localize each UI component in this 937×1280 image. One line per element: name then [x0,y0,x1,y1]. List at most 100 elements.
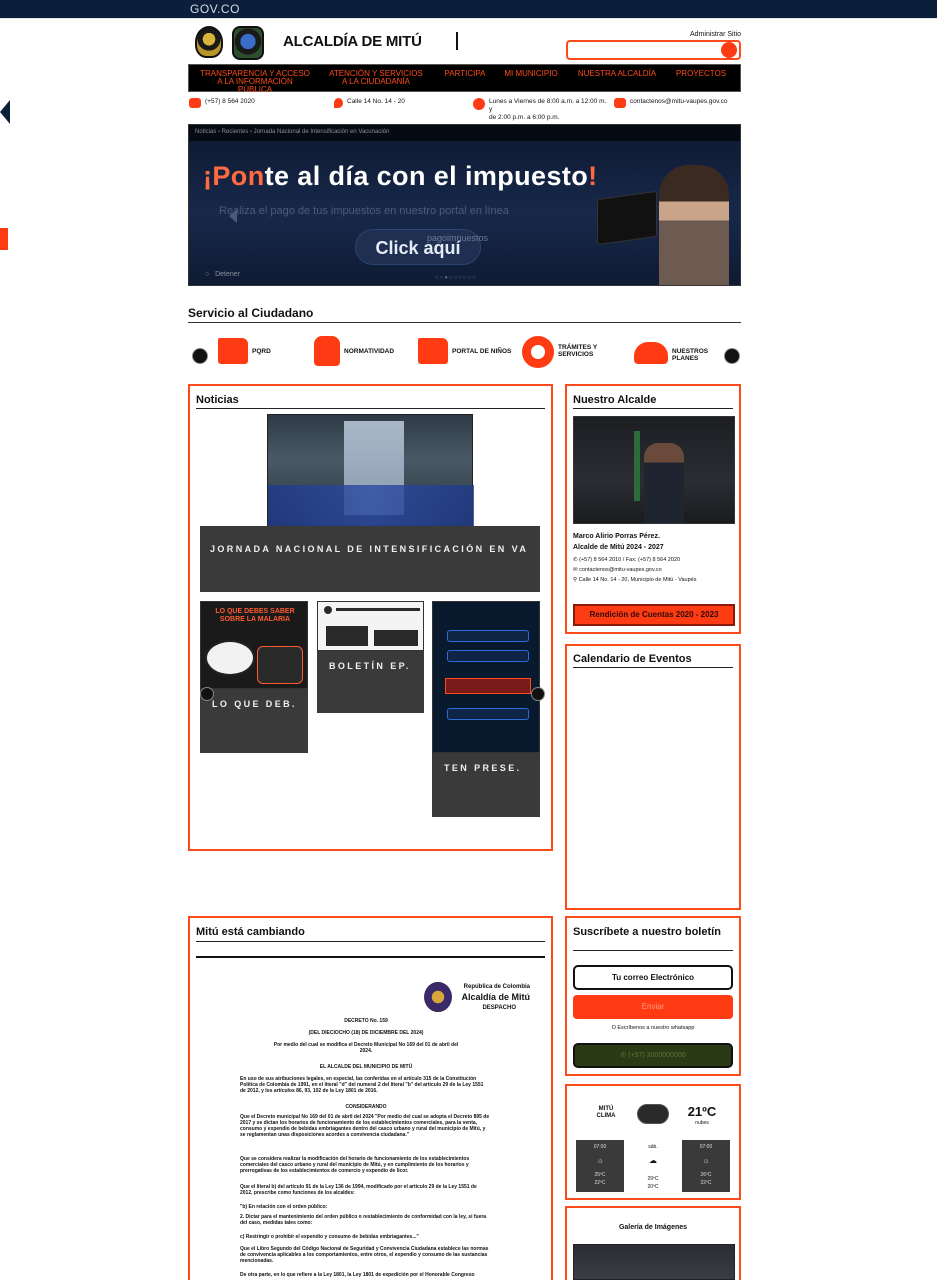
forecast-day: sáb. [648,1144,658,1150]
mayor-address-text: Calle 14 No. 14 - 20, Municipio de Mitú … [578,577,697,583]
alcalde-title: Nuestro Alcalde [573,394,657,406]
contact-phone[interactable]: (+57) 8 564 2020 [189,98,255,108]
colombia-shield-logo [195,26,223,58]
doc-paragraph: Que se considera realizar la modificació… [240,1156,470,1174]
accessibility-tab-icon[interactable] [0,100,10,124]
nav-item-proyectos[interactable]: PROYECTOS [673,70,729,78]
hero-url-text: pagoimpuestos [427,233,489,243]
service-label: NORMATIVIDAD [344,348,395,355]
forecast-mid-low: 20ºC [647,1184,659,1190]
page-root: GOV.CO ALCALDÍA DE MITÚ Administrar Siti… [0,0,937,1280]
boletin-divider [573,950,733,951]
news-main-image[interactable] [267,414,474,527]
service-tramites[interactable]: TRÁMITES Y SERVICIOS [522,336,622,370]
doc-considerando: CONSIDERANDO [345,1104,387,1110]
nav-item-transparencia[interactable]: TRANSPARENCIA Y ACCESO A LA INFORMACIÓN … [199,70,311,94]
doc-block [374,630,418,646]
news-card-caption-text: BOLETÍN EP. [329,661,411,671]
newsletter-email-input[interactable]: Tu correo Electrónico [573,965,733,990]
whatsapp-text: O Escríbenos a nuestro whatsapp [611,1025,695,1031]
gears-icon [522,336,554,368]
news-main-caption[interactable]: JORNADA NACIONAL DE INTENSIFICACIÓN EN V… [200,526,540,592]
card-bar [447,650,529,662]
site-title[interactable]: ALCALDÍA DE MITÚ [283,33,422,50]
news-card-caption-text: LO QUE DEB. [212,699,297,709]
news-main-caption-text: JORNADA NACIONAL DE INTENSIFICACIÓN EN V… [210,544,529,554]
service-portal-ninos[interactable]: PORTAL DE NIÑOS [418,336,518,370]
service-label: TRÁMITES Y SERVICIOS [558,344,597,358]
contact-hours: Lunes a Viernes de 8:00 a.m. a 12:00 m. … [473,98,609,122]
rendicion-cuentas-button[interactable]: Rendición de Cuentas 2020 - 2023 [573,604,735,626]
doc-issuer: EL ALCALDE DEL MUNICIPIO DE MITÚ [319,1064,413,1070]
hero-person-image [659,165,729,285]
nav-item-mi-municipio[interactable]: MI MUNICIPIO [501,70,561,78]
gov-co-logo[interactable]: GOV.CO [190,2,240,16]
cloud-small-icon: ☁ [649,1156,657,1165]
doc-subject-2: 2024. [359,1048,373,1054]
news-card-presente-image[interactable] [432,601,540,753]
doc-header-line [336,608,420,611]
hero-laptop-image [597,190,657,246]
mayor-phone: ✆ (+57) 8 564 2010 / Fax: (+57) 8 564 20… [573,557,681,563]
galeria-title: Galería de Imágenes [618,1224,688,1231]
noticias-title: Noticias [196,394,239,406]
forecast-low: 22ºC [594,1180,606,1186]
carousel-prev-icon[interactable] [229,209,237,223]
forecast-high: 26ºC [700,1172,712,1178]
doc-header-despacho: DESPACHO [482,1005,516,1011]
carousel-pause-button[interactable]: ○ Detener [205,271,240,278]
news-card-caption[interactable]: TEN PRESE. [432,753,540,817]
flag-shape [634,431,640,501]
mayor-figure [644,443,684,523]
news-card-malaria-image[interactable]: LO QUE DEBES SABER SOBRE LA MALARIA [200,601,308,689]
doc-paragraph: Que el Decreto municipal No 169 del 01 d… [240,1114,490,1138]
alcalde-divider [573,408,733,409]
admin-site-link[interactable]: Administrar Sitio [690,31,741,38]
weather-city-name: MITÚ [598,1106,614,1112]
folder-icon [418,338,448,364]
phone-icon [189,98,201,108]
people-icon [634,342,668,364]
nav-item-atencion[interactable]: ATENCIÓN Y SERVICIOS A LA CIUDADANÍA [327,70,425,86]
search-input[interactable] [566,40,741,60]
pause-label: Detener [215,271,240,278]
hero-carousel[interactable]: Noticias › Recientes › Jornada Nacional … [188,124,741,286]
calendario-title: Calendario de Eventos [573,653,692,665]
service-label: PQRD [252,348,271,355]
hero-title-rest: te al día con el impuesto [264,161,589,191]
email-text: contactenos@mitu-vaupes.gov.co [630,98,728,105]
news-card-caption[interactable]: LO QUE DEB. [200,689,308,753]
news-prev-icon[interactable] [200,687,214,701]
mail-icon [614,98,626,108]
hero-title: ¡Ponte al día con el impuesto! [203,161,598,192]
services-prev-icon[interactable] [192,348,208,364]
whatsapp-button[interactable]: ✆ (+57) 3000000000 [573,1043,733,1068]
nav-item-nuestra-alcaldia[interactable]: NUESTRA ALCALDÍA [575,70,659,78]
weather-city-label: CLIMA [596,1113,616,1119]
news-next-icon[interactable] [531,687,545,701]
contact-address[interactable]: Calle 14 No. 14 - 20 [334,98,405,108]
doc-decree-number: DECRETO No. 159 [344,1018,388,1024]
forecast-high: 25ºC [594,1172,606,1178]
service-normatividad[interactable]: NORMATIVIDAD [314,336,414,370]
contact-email[interactable]: contactenos@mitu-vaupes.gov.co [614,98,728,108]
newsletter-submit-button[interactable]: Enviar [573,995,733,1019]
nav-label: MI MUNICIPIO [504,69,558,78]
breadcrumb: Noticias › Recientes › Jornada Nacional … [189,125,740,141]
title-divider [456,32,458,50]
mayor-email[interactable]: ✉ contactenos@mitu-vaupes.gov.co [573,567,662,574]
side-badge[interactable] [0,228,8,250]
news-card-malaria-headline: LO QUE DEBES SABER SOBRE LA MALARIA [215,608,295,623]
search-icon[interactable] [721,42,737,58]
carousel-dots[interactable]: ○○●○○○○○○ [435,275,477,281]
gallery-image[interactable] [573,1244,735,1280]
nav-item-participa[interactable]: PARTICIPA [441,70,489,78]
service-nuestros-planes[interactable]: NUESTROS PLANES [634,336,734,370]
servicio-divider [188,322,741,323]
news-card-boletin-image[interactable] [317,601,424,651]
service-pqrd[interactable]: PQRD [218,336,298,370]
news-card-caption[interactable]: BOLETÍN EP. [317,651,424,713]
sun-icon: ☼ [702,1156,710,1165]
decree-document[interactable]: República de Colombia Alcaldía de Mitú D… [196,956,545,1280]
card-bar [447,630,529,642]
